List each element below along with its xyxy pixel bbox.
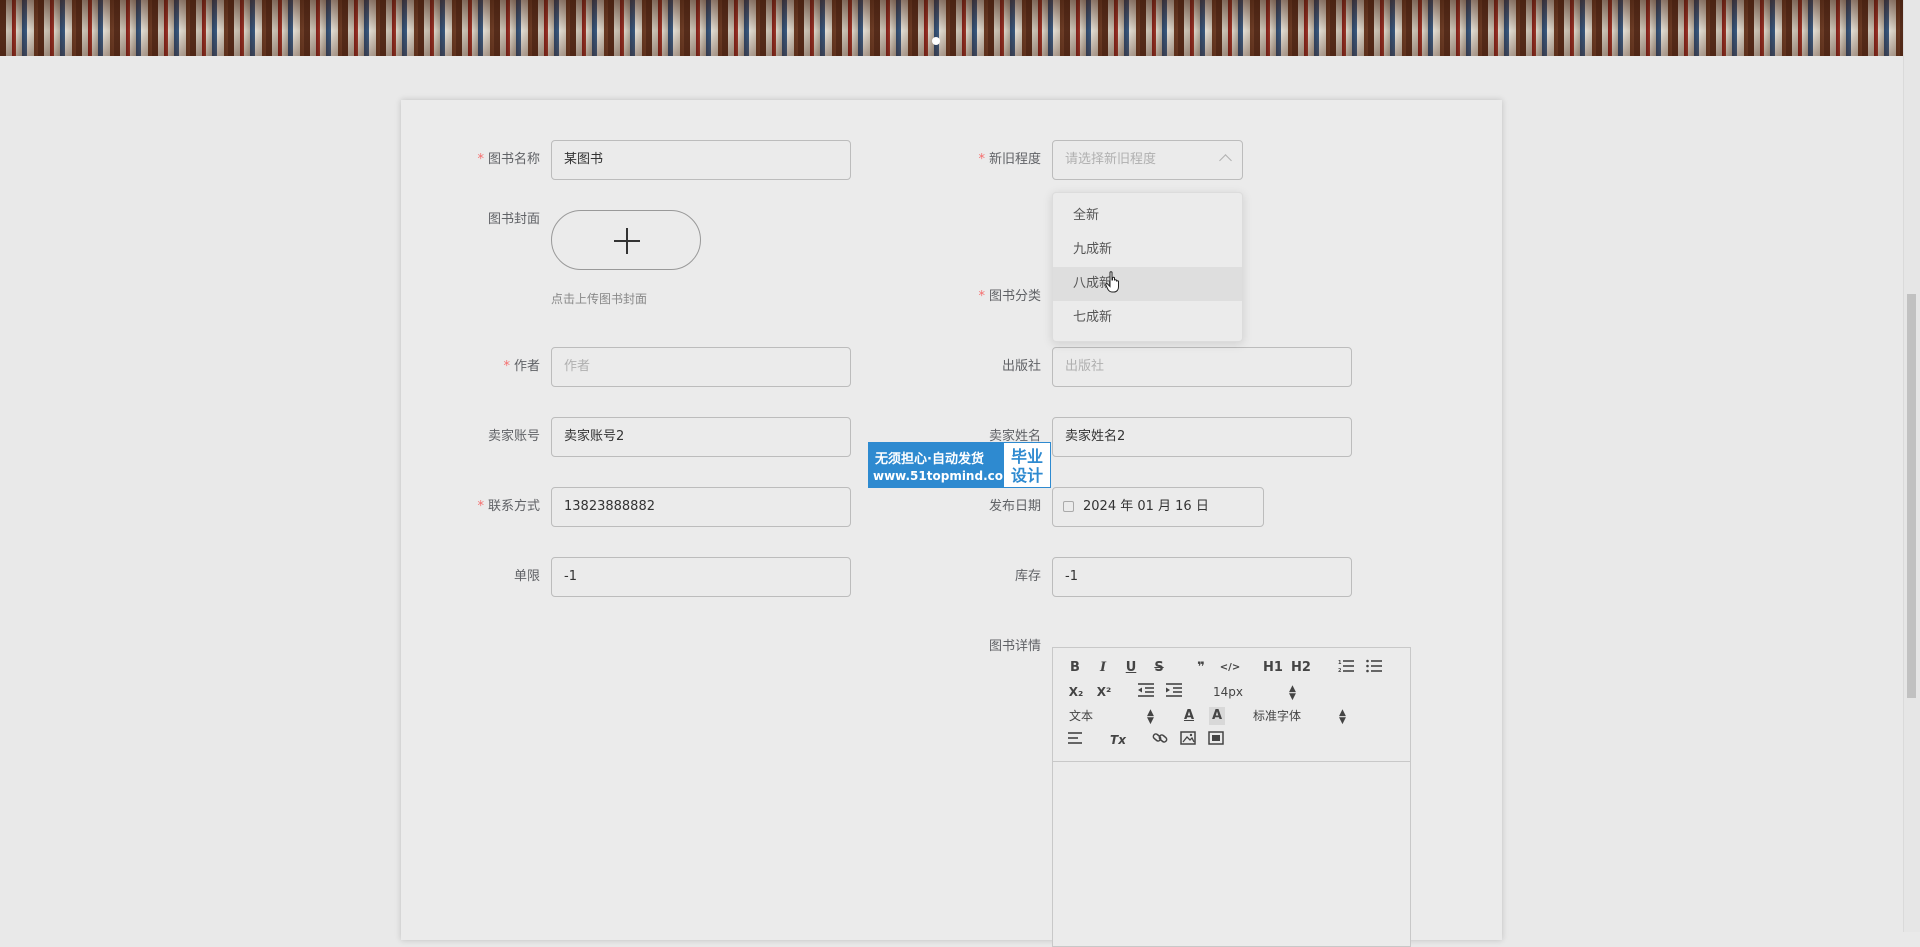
publisher-input[interactable]: 出版社 (1052, 347, 1352, 387)
condition-select[interactable]: 请选择新旧程度 (1052, 140, 1243, 180)
image-icon[interactable] (1179, 731, 1197, 749)
size-select[interactable]: 14px (1213, 683, 1243, 701)
bullet-list-icon[interactable] (1365, 659, 1383, 677)
editor-toolbar: B I U S ❞ </> H1 H2 12 X₂ X² 14px ▲ ▼ 文本 … (1053, 648, 1410, 762)
rich-text-editor[interactable]: B I U S ❞ </> H1 H2 12 X₂ X² 14px ▲ ▼ 文本 … (1052, 647, 1411, 947)
header-select-arrows-icon: ▲ ▼ (1147, 708, 1154, 726)
contact-label: * 联系方式 (477, 499, 540, 514)
publish-date-label: 发布日期 (988, 499, 1041, 514)
stock-label: 库存 (1014, 569, 1041, 584)
condition-option[interactable]: 八成新 (1053, 267, 1242, 301)
seller-name-input[interactable]: 卖家姓名2 (1052, 417, 1352, 457)
watermark-badge: 无须担心·自动发货 www.51topmind.com 毕业 设计 (868, 442, 1051, 488)
author-input[interactable]: 作者 (551, 347, 851, 387)
watermark-line1: 无须担心·自动发货 (875, 452, 984, 467)
hand-cursor-icon (1105, 271, 1119, 293)
publish-date-value: 2024 年 01 月 16 日 (1083, 499, 1209, 514)
clean-format-button[interactable]: Tx (1109, 731, 1127, 749)
scrollbar-thumb[interactable] (1907, 294, 1916, 698)
h1-button[interactable]: H1 (1263, 659, 1283, 677)
category-label: * 图书分类 (978, 289, 1041, 304)
condition-dropdown: 全新 九成新 八成新 七成新 (1052, 192, 1243, 342)
header-select[interactable]: 文本 (1069, 707, 1093, 725)
editor-content-area[interactable] (1053, 762, 1410, 946)
svg-text:2: 2 (1338, 668, 1342, 673)
watermark-badge-text: 毕业 设计 (1004, 443, 1050, 487)
condition-option[interactable]: 全新 (1053, 199, 1242, 233)
book-name-label: * 图书名称 (477, 152, 540, 167)
limit-label: 单限 (513, 569, 540, 584)
watermark-url: www.51topmind.com (873, 469, 1016, 483)
book-name-input[interactable]: 某图书 (551, 140, 851, 180)
bold-button[interactable]: B (1067, 659, 1083, 677)
h2-button[interactable]: H2 (1291, 659, 1311, 677)
seller-account-input[interactable]: 卖家账号2 (551, 417, 851, 457)
underline-button[interactable]: U (1123, 659, 1139, 677)
condition-label: * 新旧程度 (978, 152, 1041, 167)
ordered-list-icon[interactable]: 12 (1337, 659, 1355, 677)
stock-input[interactable]: -1 (1052, 557, 1352, 597)
publish-date-input[interactable]: 2024 年 01 月 16 日 (1052, 487, 1264, 527)
condition-option[interactable]: 七成新 (1053, 301, 1242, 335)
strike-button[interactable]: S (1151, 659, 1167, 677)
font-select-arrows-icon: ▲ ▼ (1339, 708, 1346, 726)
svg-text:1: 1 (1338, 660, 1342, 666)
cover-label: 图书封面 (487, 212, 540, 227)
video-icon[interactable] (1207, 731, 1225, 749)
calendar-icon (1063, 501, 1074, 512)
page-scrollbar[interactable] (1903, 0, 1920, 932)
link-icon[interactable] (1151, 731, 1169, 749)
publisher-label: 出版社 (1001, 359, 1041, 374)
italic-button[interactable]: I (1095, 659, 1111, 677)
seller-account-label: 卖家账号 (487, 429, 540, 444)
indent-icon[interactable] (1165, 683, 1183, 701)
chevron-up-icon (1219, 154, 1232, 167)
size-select-arrows-icon: ▲ ▼ (1289, 684, 1296, 702)
align-icon[interactable] (1067, 731, 1085, 749)
background-color-button[interactable]: A (1209, 707, 1225, 725)
carousel-indicator[interactable] (932, 37, 940, 45)
banner-image (0, 0, 1904, 56)
condition-placeholder: 请选择新旧程度 (1065, 152, 1157, 167)
contact-input[interactable]: 13823888882 (551, 487, 851, 527)
author-label: * 作者 (503, 359, 540, 374)
text-color-button[interactable]: A (1181, 707, 1197, 725)
details-label: 图书详情 (988, 639, 1041, 654)
cover-upload-button[interactable] (551, 210, 701, 270)
superscript-button[interactable]: X² (1095, 683, 1113, 701)
outdent-icon[interactable] (1137, 683, 1155, 701)
limit-input[interactable]: -1 (551, 557, 851, 597)
cover-upload-hint: 点击上传图书封面 (551, 292, 648, 306)
subscript-button[interactable]: X₂ (1067, 683, 1085, 701)
code-block-button[interactable]: </> (1219, 659, 1241, 677)
condition-option[interactable]: 九成新 (1053, 233, 1242, 267)
blockquote-button[interactable]: ❞ (1193, 659, 1209, 677)
font-select[interactable]: 标准字体 (1253, 707, 1301, 725)
